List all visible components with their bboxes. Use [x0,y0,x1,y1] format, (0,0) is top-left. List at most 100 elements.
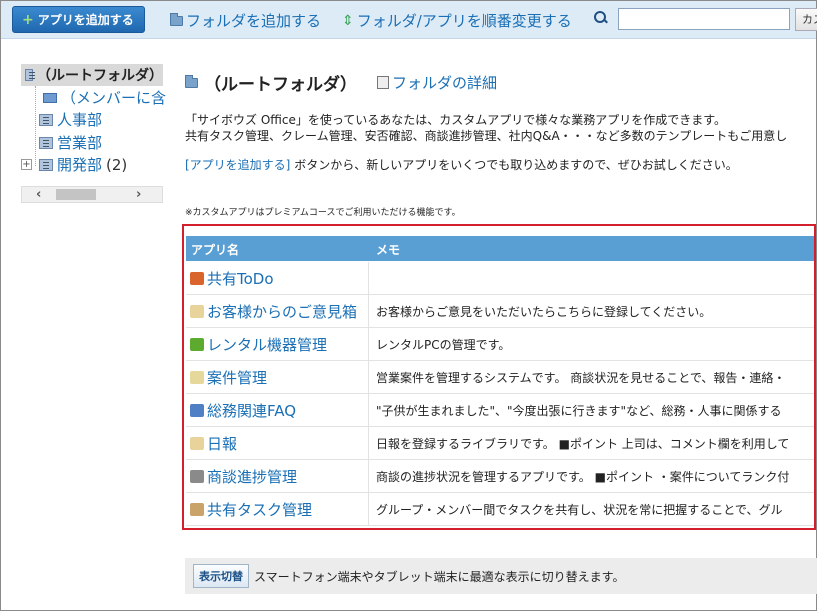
scrollbar-thumb[interactable] [56,189,96,200]
sidebar-item-count: (2) [106,155,128,174]
search-button[interactable]: カス [795,8,817,31]
app-memo: 日報を登録するライブラリです。 ■ポイント 上司は、コメント欄を利用して [376,437,790,451]
tree-connector [35,86,36,166]
sidebar-item-member-folder[interactable]: （メンバーに含 [43,87,166,108]
app-name-label: 案件管理 [207,369,268,387]
sidebar-item-label: （メンバーに含 [61,89,167,107]
folder-icon [185,74,198,88]
app-memo: グループ・メンバー間でタスクを共有し、状況を常に把握することで、グル [376,503,783,517]
plus-icon: + [22,11,34,28]
display-switch-description: スマートフォン端末やタブレット端末に最適な表示に切り替えます。 [254,569,625,584]
table-row: 総務関連FAQ "子供が生まれました"、"今度出張に行きます"など、総務・人事に関… [186,394,814,427]
app-name-link[interactable]: 商談進捗管理 [190,460,297,493]
sidebar-item-label: 人事部 [57,111,103,129]
app-name-label: 共有ToDo [207,270,274,288]
clipboard-icon [190,503,204,516]
page-header: （ルートフォルダ） フォルダの詳細 [185,70,497,95]
sidebar-item-label: 営業部 [57,134,103,152]
sort-arrows-icon: ⇕ [342,12,354,29]
app-folder-icon [39,113,53,126]
table-row: レンタル機器管理 レンタルPCの管理です。 [186,328,814,361]
app-name-link[interactable]: 共有ToDo [190,262,274,295]
column-divider [368,361,369,394]
table-row: 共有ToDo [186,262,814,295]
folder-icon [170,12,183,26]
app-name-link[interactable]: お客様からのご意見箱 [190,295,357,328]
sidebar-item-hr[interactable]: 人事部 [39,109,102,130]
app-memo: お客様からご意見をいただいたらこちらに登録してください。 [376,305,712,319]
add-app-label: アプリを追加する [37,13,134,27]
app-name-label: お客様からのご意見箱 [207,303,358,321]
page-title: （ルートフォルダ） [204,75,357,95]
sidebar-item-dev[interactable]: 開発部 (2) [39,154,127,175]
app-memo: "子供が生まれました"、"今度出張に行きます"など、総務・人事に関係する [376,404,782,418]
app-name-label: 商談進捗管理 [207,468,298,486]
cube-icon [190,338,204,351]
app-name-link[interactable]: 日報 [190,427,237,460]
sidebar-horizontal-scrollbar[interactable]: ‹ › [21,186,163,203]
note-icon [190,437,204,450]
description-line-1: 「サイボウズ Office」を使っているあなたは、カスタムアプリで様々な業務アプ… [185,113,727,127]
app-name-label: 共有タスク管理 [207,501,313,519]
column-divider [368,295,369,328]
app-name-label: 日報 [207,435,238,453]
description-line-3: [アプリを追加する] ボタンから、新しいアプリをいくつでも取り込めますので、ぜひ… [185,156,738,173]
app-name-label: 総務関連FAQ [207,402,297,420]
note-icon [190,305,204,318]
app-list-table: アプリ名 メモ 共有ToDo お客様からのご意見箱 お客様からご意見をいただいたらこ… [182,224,816,530]
add-folder-label: フォルダを追加する [186,12,322,30]
tree-root-folder[interactable]: （ルートフォルダ） [21,64,163,86]
search-icon [594,11,608,25]
expand-toggle-icon[interactable]: + [21,159,32,170]
table-row: 商談進捗管理 商談の進捗状況を管理するアプリです。 ■ポイント ・案件についてラン… [186,460,814,493]
app-name-link[interactable]: 案件管理 [190,361,267,394]
add-app-inline-link[interactable]: [アプリを追加する] [185,158,290,172]
sidebar-item-label: 開発部 [57,156,103,174]
table-header: アプリ名 メモ [186,236,814,261]
app-name-link[interactable]: 総務関連FAQ [190,394,296,427]
table-row: 共有タスク管理 グループ・メンバー間でタスクを共有し、状況を常に把握することで、グ… [186,493,814,526]
app-memo: 商談の進捗状況を管理するアプリです。 ■ポイント ・案件についてランク付 [376,470,790,484]
stack-icon [190,272,204,285]
scroll-right-icon[interactable]: › [136,187,141,202]
app-memo: レンタルPCの管理です。 [376,338,511,352]
column-divider [368,427,369,460]
app-folder-icon [25,69,35,81]
display-switch-bar: 表示切替 スマートフォン端末やタブレット端末に最適な表示に切り替えます。 [185,558,817,594]
sidebar-item-sales[interactable]: 営業部 [39,132,102,153]
database-icon [190,404,204,417]
reorder-link[interactable]: ⇕ フォルダ/アプリを順番変更する [342,10,572,31]
column-header-app-name: アプリ名 [191,243,240,257]
folder-icon [190,371,204,384]
toolbar: + アプリを追加する フォルダを追加する ⇕ フォルダ/アプリを順番変更する カ… [1,1,817,39]
tree-root-label: （ルートフォルダ） [37,68,163,84]
scroll-left-icon[interactable]: ‹ [36,187,41,202]
folder-detail-link[interactable]: フォルダの詳細 [377,72,497,93]
column-divider [368,394,369,427]
column-divider [368,262,369,295]
add-folder-link[interactable]: フォルダを追加する [170,10,321,31]
column-divider [368,328,369,361]
app-name-link[interactable]: 共有タスク管理 [190,493,312,526]
detail-page-icon [377,76,389,89]
table-row: 日報 日報を登録するライブラリです。 ■ポイント 上司は、コメント欄を利用して [186,427,814,460]
description-line-3-text: ボタンから、新しいアプリをいくつでも取り込めますので、ぜひお試しください。 [294,158,738,172]
app-name-label: レンタル機器管理 [207,336,328,354]
folder-detail-label: フォルダの詳細 [392,74,498,92]
column-divider [368,493,369,526]
reorder-label: フォルダ/アプリを順番変更する [356,12,572,30]
folder-icon [43,92,57,103]
app-memo: 営業案件を管理するシステムです。 商談状況を見せることで、報告・連絡・ [376,371,786,385]
table-row: 案件管理 営業案件を管理するシステムです。 商談状況を見せることで、報告・連絡・ [186,361,814,394]
premium-note: ※カスタムアプリはプレミアムコースでご利用いただける機能です。 [185,208,461,218]
description-line-2: 共有タスク管理、クレーム管理、安否確認、商談進捗管理、社内Q&A・・・など多数の… [185,129,788,143]
column-divider [368,460,369,493]
display-switch-button[interactable]: 表示切替 [193,564,249,588]
column-header-memo: メモ [376,243,401,257]
app-name-link[interactable]: レンタル機器管理 [190,328,327,361]
app-folder-icon [39,158,53,171]
search-input[interactable] [618,8,790,30]
binder-icon [190,470,204,483]
table-row: お客様からのご意見箱 お客様からご意見をいただいたらこちらに登録してください。 [186,295,814,328]
add-app-button[interactable]: + アプリを追加する [12,6,145,33]
